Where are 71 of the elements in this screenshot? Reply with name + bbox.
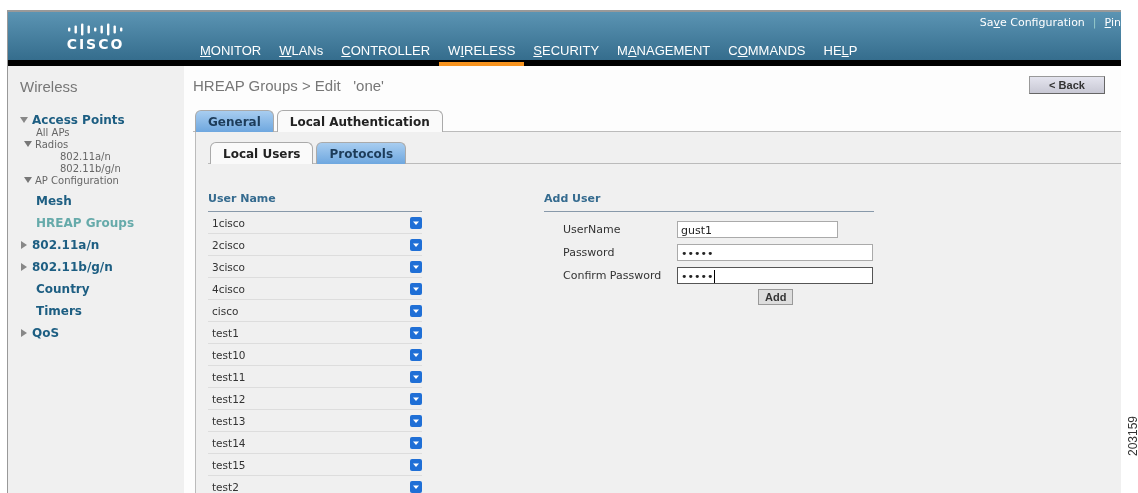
collapsed-triangle-icon (20, 329, 28, 337)
expanded-triangle-icon (20, 116, 28, 124)
dropdown-icon[interactable] (410, 414, 422, 427)
sidebar-title: Wireless (20, 78, 79, 95)
user-name: cisco (212, 304, 239, 317)
dropdown-icon[interactable] (410, 348, 422, 361)
dropdown-icon[interactable] (410, 370, 422, 383)
sidebar-subitem[interactable]: 802.11b/g/n (20, 162, 184, 174)
dropdown-icon[interactable] (410, 216, 422, 229)
user-name: test10 (212, 348, 246, 361)
dropdown-icon[interactable] (410, 304, 422, 317)
user-name: 4cisco (212, 282, 246, 295)
header-link[interactable]: Save Configuration (979, 16, 1085, 29)
dropdown-icon[interactable] (410, 458, 422, 471)
sidebar-item[interactable]: 802.11a/n (20, 234, 184, 256)
user-name: 3cisco (212, 260, 246, 273)
tab[interactable]: Local Users (210, 142, 314, 164)
column-heading: User Name (208, 192, 422, 212)
user-name: test1 (212, 326, 239, 339)
sidebar-item[interactable]: Country (20, 278, 184, 300)
dropdown-icon[interactable] (410, 282, 422, 295)
dropdown-icon[interactable] (410, 436, 422, 449)
sidebar-subitem[interactable]: Radios (20, 138, 184, 150)
sidebar-item[interactable]: Mesh (20, 190, 184, 212)
sidebar-subitem[interactable]: 802.11a/n (20, 150, 184, 162)
expanded-triangle-icon (24, 140, 32, 148)
sidebar-item[interactable]: QoS (20, 322, 184, 344)
sidebar-item[interactable]: Timers (20, 300, 184, 322)
input-field[interactable]: ••••• (677, 267, 873, 284)
field-label: Password (563, 246, 616, 259)
dropdown-icon[interactable] (410, 392, 422, 405)
figure-number: 203159 (1126, 416, 1138, 456)
dropdown-icon[interactable] (410, 260, 422, 273)
user-name: 1cisco (212, 216, 246, 229)
user-name: test12 (212, 392, 246, 405)
dropdown-icon[interactable] (410, 326, 422, 339)
menu-tab[interactable]: MANAGEMENT (608, 43, 720, 66)
menu-tab[interactable]: HELP (814, 43, 867, 66)
user-name: test14 (212, 436, 246, 449)
user-name: test13 (212, 414, 246, 427)
user-name: test15 (212, 458, 246, 471)
header-link[interactable]: Pin (1104, 16, 1121, 29)
page-title: HREAP Groups > Edit 'one' (193, 76, 384, 94)
field-label: Confirm Password (563, 269, 663, 282)
back-button[interactable]: < Back (1029, 76, 1105, 94)
expanded-triangle-icon (24, 176, 32, 184)
menu-tab[interactable]: CONTROLLER (332, 43, 440, 66)
section-heading: Add User (544, 192, 874, 212)
menu-tab[interactable]: WLANs (270, 43, 333, 66)
menu-tab[interactable]: SECURITY (524, 43, 609, 66)
input-field[interactable]: gust1 (677, 221, 838, 238)
add-button[interactable]: Add (758, 289, 794, 305)
tab[interactable]: Protocols (316, 142, 407, 164)
sidebar-item[interactable]: 802.11b/g/n (20, 256, 184, 278)
user-name: test2 (212, 480, 239, 493)
menu-tab[interactable]: COMMANDS (719, 43, 815, 66)
link-separator: | (1092, 16, 1097, 29)
dropdown-icon[interactable] (410, 480, 422, 493)
sidebar-subitem[interactable]: All APs (20, 126, 184, 138)
sidebar-subitem[interactable]: AP Configuration (20, 174, 184, 186)
tab[interactable]: General (195, 110, 274, 132)
dropdown-icon[interactable] (410, 238, 422, 251)
collapsed-triangle-icon (20, 263, 28, 271)
field-label: UserName (563, 223, 622, 236)
user-name: 2cisco (212, 238, 246, 251)
menu-tab[interactable]: MONITOR (191, 43, 271, 66)
tab[interactable]: Local Authentication (276, 110, 443, 132)
input-field[interactable]: ••••• (677, 244, 873, 261)
logo-text: CISCO (66, 35, 125, 52)
collapsed-triangle-icon (20, 241, 28, 249)
user-name: test11 (212, 370, 246, 383)
